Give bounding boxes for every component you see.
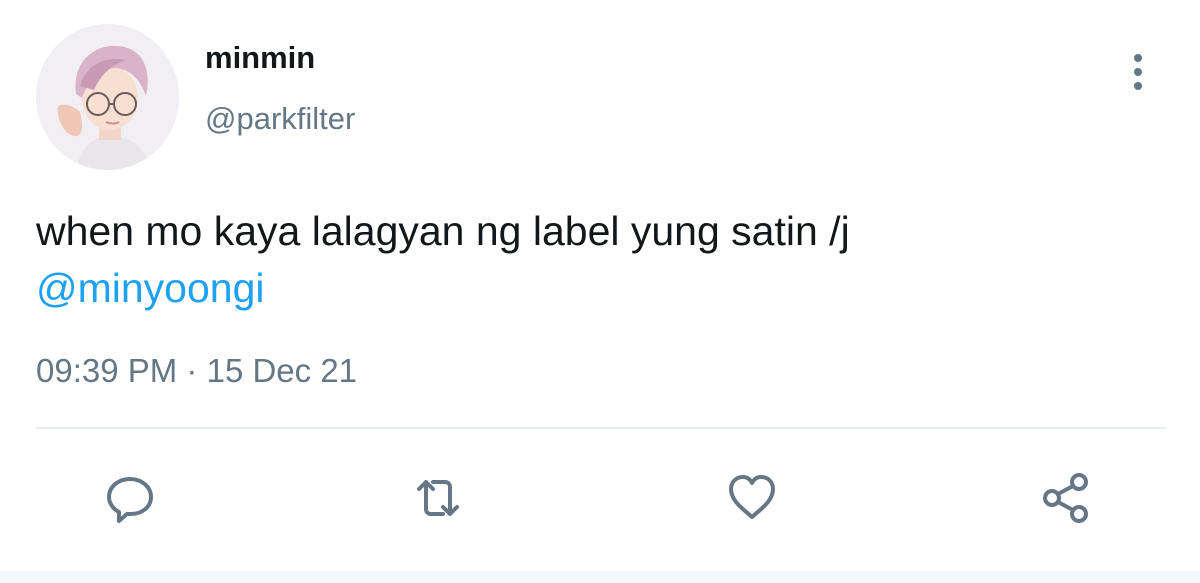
tweet-body: when mo kaya lalagyan ng label yung sati… [36, 208, 850, 254]
avatar[interactable] [36, 24, 179, 170]
heart-icon [729, 475, 775, 519]
tweet-date: 15 Dec 21 [206, 352, 358, 389]
more-options-button[interactable] [1123, 50, 1153, 94]
more-dot-icon [1134, 68, 1142, 76]
avatar-image [36, 24, 179, 170]
mention-link[interactable]: @minyoongi [36, 260, 850, 317]
tweet-timestamp: 09:39 PM · 15 Dec 21 [36, 352, 357, 390]
meta-separator: · [186, 352, 198, 389]
retweet-icon [417, 480, 459, 516]
tweet-text: when mo kaya lalagyan ng label yung sati… [36, 203, 850, 317]
share-icon [1043, 473, 1088, 523]
display-name[interactable]: minmin [205, 40, 315, 76]
tweet-time: 09:39 PM [36, 352, 178, 389]
reply-icon [107, 477, 153, 523]
like-button[interactable] [722, 468, 782, 528]
reply-button[interactable] [100, 468, 160, 528]
user-handle[interactable]: @parkfilter [205, 101, 355, 137]
bottom-edge [0, 571, 1200, 583]
retweet-button[interactable] [408, 468, 468, 528]
share-button[interactable] [1036, 468, 1096, 528]
tweet-card: minmin @parkfilter when mo kaya lalagyan… [0, 0, 1200, 583]
more-dot-icon [1134, 54, 1142, 62]
more-dot-icon [1134, 82, 1142, 90]
divider [36, 427, 1166, 429]
